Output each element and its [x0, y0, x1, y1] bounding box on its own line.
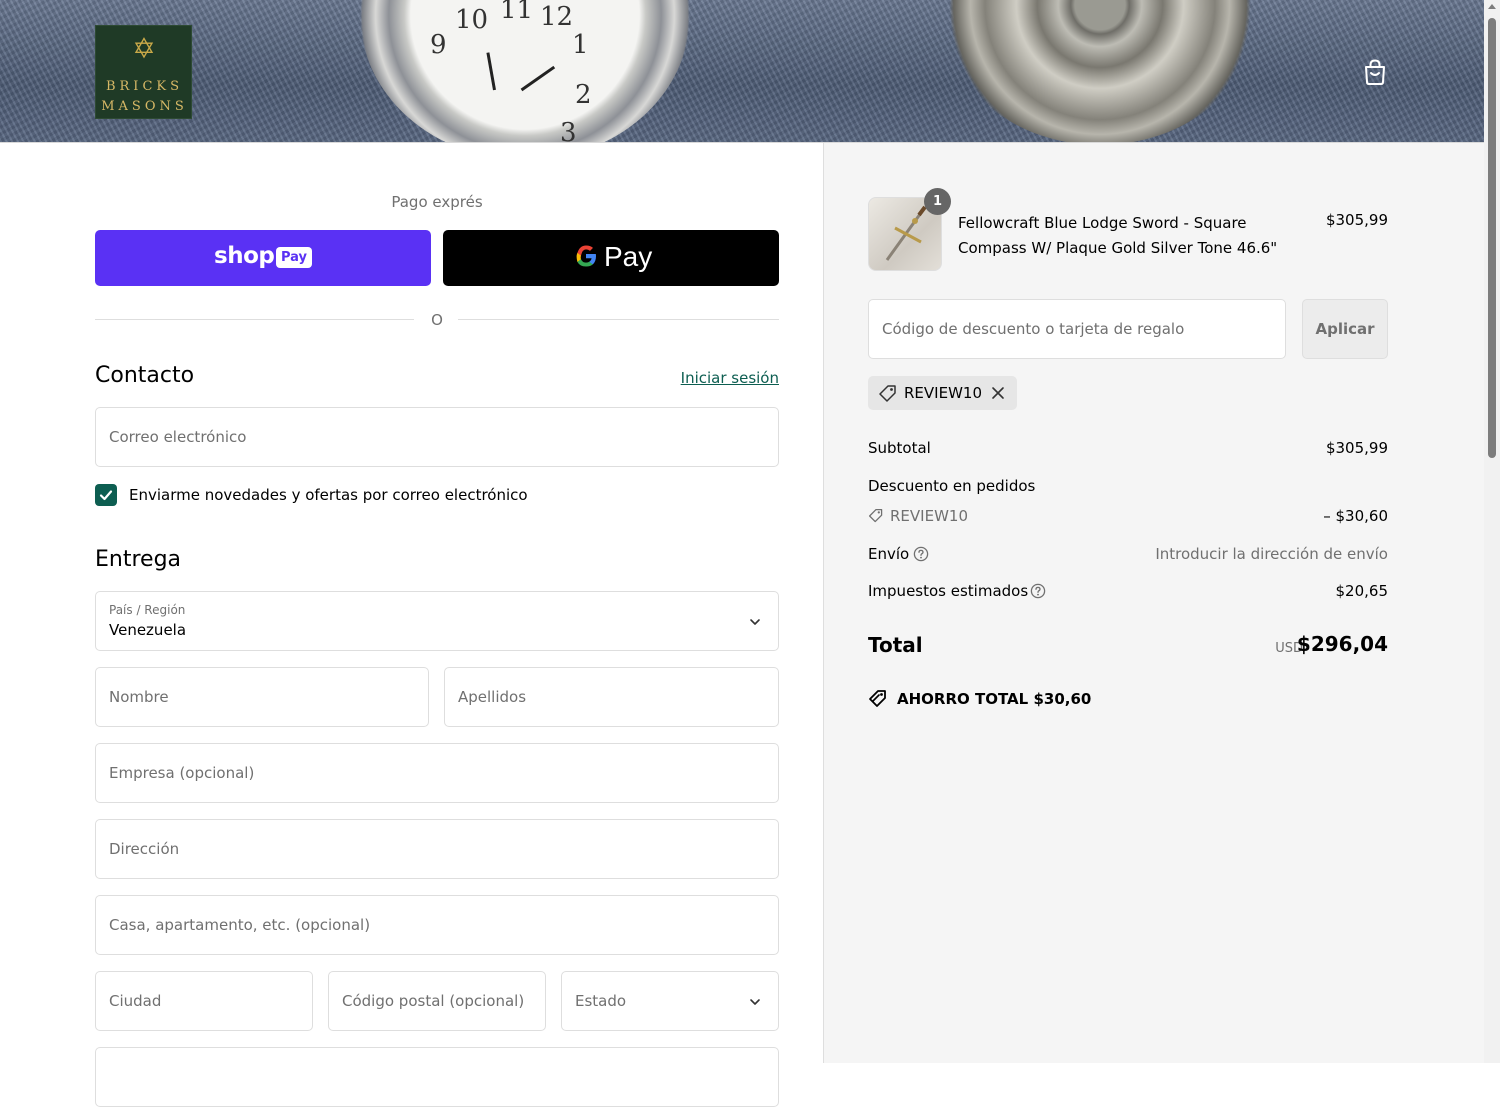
- address-field[interactable]: Dirección: [95, 819, 779, 879]
- cart-icon: [1365, 59, 1385, 85]
- phone-field[interactable]: [95, 1047, 779, 1107]
- apartment-placeholder: Casa, apartamento, etc. (opcional): [109, 916, 371, 934]
- postal-code-placeholder: Código postal (opcional): [342, 992, 525, 1010]
- shop-pay-badge: Pay: [276, 247, 312, 268]
- applied-code-text: REVIEW10: [904, 384, 982, 402]
- login-link[interactable]: Iniciar sesión: [681, 369, 779, 387]
- header-banner: 9 10 11 12 1 2 3 ✡ BRICKS MASONS: [0, 0, 1484, 143]
- taxes-value: $20,65: [1335, 582, 1389, 600]
- shipping-label-row: Envío: [868, 545, 929, 563]
- google-g-icon: [573, 242, 599, 276]
- apartment-field[interactable]: Casa, apartamento, etc. (opcional): [95, 895, 779, 955]
- close-icon[interactable]: [990, 385, 1006, 401]
- country-label: País / Región: [109, 603, 186, 617]
- total-label: Total: [868, 633, 923, 657]
- savings-label: AHORRO TOTAL: [897, 690, 1029, 708]
- cart-button[interactable]: [1362, 58, 1388, 86]
- or-divider: O: [95, 311, 779, 331]
- subtotal-label: Subtotal: [868, 439, 931, 457]
- logo-line-1: BRICKS: [105, 79, 184, 94]
- discount-placeholder: Código de descuento o tarjeta de regalo: [882, 320, 1185, 338]
- last-name-placeholder: Apellidos: [458, 688, 527, 706]
- applied-discount-tag: REVIEW10: [868, 376, 1017, 410]
- subtotal-value: $305,99: [1325, 439, 1388, 457]
- contact-section-title: Contacto: [95, 363, 195, 388]
- compass-emblem-icon: ✡: [132, 32, 156, 65]
- newsletter-label: Enviarme novedades y ofertas por correo …: [129, 486, 528, 504]
- chevron-down-icon: [750, 999, 760, 1005]
- order-summary-panel: [823, 143, 1484, 1063]
- google-pay-button[interactable]: Pay: [443, 230, 779, 286]
- country-value: Venezuela: [109, 621, 187, 639]
- first-name-placeholder: Nombre: [109, 688, 169, 706]
- chevron-down-icon: [750, 619, 760, 625]
- apply-discount-button[interactable]: Aplicar: [1302, 299, 1388, 359]
- total-value: $296,04: [1296, 632, 1388, 656]
- state-placeholder: Estado: [575, 992, 627, 1010]
- last-name-field[interactable]: Apellidos: [444, 667, 779, 727]
- shipping-label: Envío: [868, 545, 910, 563]
- savings-value: $30,60: [1033, 690, 1092, 708]
- city-placeholder: Ciudad: [109, 992, 162, 1010]
- pocket-watch-image: 9 10 11 12 1 2 3: [360, 0, 690, 142]
- company-placeholder: Empresa (opcional): [109, 764, 255, 782]
- scroll-up-arrow-icon[interactable]: [1488, 4, 1496, 9]
- google-pay-wordmark: Pay: [604, 241, 653, 272]
- savings-tag-icon: [869, 690, 886, 707]
- express-checkout-label: Pago exprés: [391, 193, 483, 211]
- logo-line-2: MASONS: [101, 99, 188, 114]
- order-discount-value: – $30,60: [1323, 507, 1388, 525]
- order-discount-code: REVIEW10: [890, 507, 968, 525]
- state-select[interactable]: Estado: [561, 971, 779, 1031]
- shipping-value: Introducir la dirección de envío: [1155, 545, 1388, 563]
- or-divider-label: O: [431, 311, 443, 329]
- city-field[interactable]: Ciudad: [95, 971, 313, 1031]
- shop-pay-button[interactable]: shop Pay: [95, 230, 431, 286]
- delivery-section-title: Entrega: [95, 547, 182, 572]
- email-field[interactable]: Correo electrónico: [95, 407, 779, 467]
- newsletter-checkbox[interactable]: [95, 484, 117, 506]
- quantity-badge: 1: [924, 188, 951, 215]
- tag-icon: [868, 508, 883, 523]
- first-name-field[interactable]: Nombre: [95, 667, 429, 727]
- product-price: $305,99: [1325, 211, 1388, 229]
- country-select[interactable]: País / Región Venezuela: [95, 591, 779, 651]
- checkmark-icon: [99, 490, 113, 501]
- company-field[interactable]: Empresa (opcional): [95, 743, 779, 803]
- shop-pay-wordmark: shop: [214, 243, 275, 269]
- help-icon[interactable]: [1030, 583, 1046, 599]
- email-placeholder: Correo electrónico: [109, 428, 247, 446]
- scrollbar-thumb[interactable]: [1488, 18, 1496, 458]
- savings-text: AHORRO TOTAL $30,60: [897, 690, 1091, 708]
- postal-code-field[interactable]: Código postal (opcional): [328, 971, 546, 1031]
- ornate-watch-image: [945, 0, 1255, 142]
- taxes-label-row: Impuestos estimados: [868, 582, 1046, 600]
- taxes-label: Impuestos estimados: [868, 582, 1029, 600]
- discount-code-input[interactable]: Código de descuento o tarjeta de regalo: [868, 299, 1286, 359]
- order-discount-label: Descuento en pedidos: [868, 477, 1036, 495]
- page-scrollbar[interactable]: [1484, 0, 1500, 1063]
- product-name: Fellowcraft Blue Lodge Sword - Square Co…: [958, 214, 1278, 257]
- brand-logo[interactable]: ✡ BRICKS MASONS: [95, 25, 192, 119]
- address-placeholder: Dirección: [109, 840, 180, 858]
- help-icon[interactable]: [913, 546, 929, 562]
- tag-icon: [879, 385, 896, 402]
